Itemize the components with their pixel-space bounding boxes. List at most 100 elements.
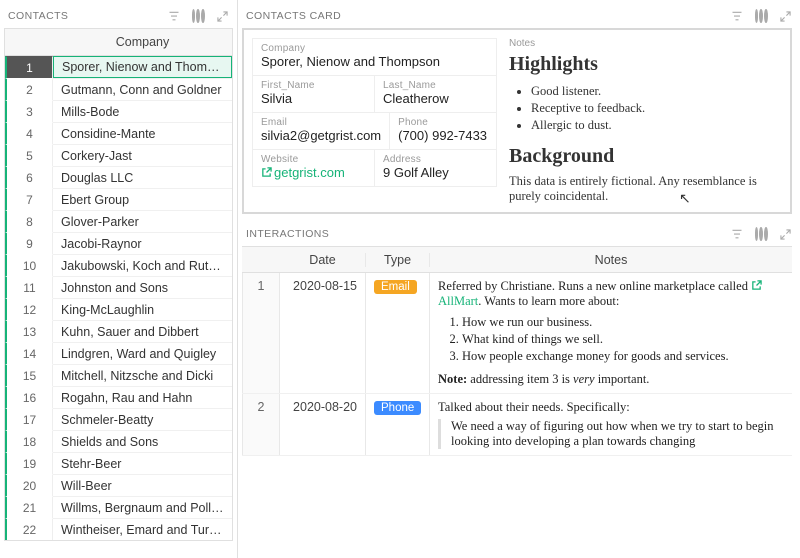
company-cell: Will-Beer [53, 474, 232, 496]
company-cell: Jacobi-Raynor [53, 232, 232, 254]
table-row[interactable]: 10Jakubowski, Koch and Rut… [5, 254, 232, 276]
menu-icon[interactable] [754, 227, 768, 241]
row-number: 6 [5, 166, 53, 188]
notes-panel[interactable]: Notes Highlights Good listener.Receptive… [509, 38, 782, 204]
contacts-grid-header: Company [5, 29, 232, 56]
table-row[interactable]: 20Will-Beer [5, 474, 232, 496]
list-item: How people exchange money for goods and … [462, 349, 784, 364]
company-cell: Shields and Sons [53, 430, 232, 452]
company-cell: Gutmann, Conn and Goldner [53, 78, 232, 100]
contacts-title: CONTACTS [8, 10, 167, 22]
filter-icon[interactable] [730, 9, 744, 23]
card-header: CONTACTS Card [238, 4, 796, 28]
company-cell: Mitchell, Nitzsche and Dicki [53, 364, 232, 386]
expand-icon[interactable] [778, 9, 792, 23]
company-cell: Ebert Group [53, 188, 232, 210]
table-row[interactable]: 18Shields and Sons [5, 430, 232, 452]
table-row[interactable]: 17Schmeler-Beatty [5, 408, 232, 430]
card-title: CONTACTS Card [246, 10, 730, 22]
company-cell: Wintheiser, Emard and Tur… [53, 518, 232, 540]
field-email[interactable]: Email silvia2@getgrist.com [252, 112, 390, 150]
row-number: 1 [5, 56, 53, 78]
company-cell: Willms, Bergnaum and Poll… [53, 496, 232, 518]
interaction-row[interactable]: 12020-08-15EmailReferred by Christiane. … [242, 273, 792, 394]
table-row[interactable]: 8Glover-Parker [5, 210, 232, 232]
row-number: 13 [5, 320, 53, 342]
date-header[interactable]: Date [280, 253, 366, 267]
row-number: 8 [5, 210, 53, 232]
highlights-list: Good listener.Receptive to feedback.Alle… [509, 82, 782, 135]
external-link-icon [751, 280, 762, 291]
table-row[interactable]: 4Considine-Mante [5, 122, 232, 144]
type-badge: Phone [374, 401, 421, 415]
filter-icon[interactable] [730, 227, 744, 241]
company-cell: Jakubowski, Koch and Rut… [53, 254, 232, 276]
contacts-pane: CONTACTS Company 1Sporer, Nienow and Tho… [0, 0, 238, 558]
table-row[interactable]: 3Mills-Bode [5, 100, 232, 122]
notes-header[interactable]: Notes [430, 253, 792, 267]
row-number: 21 [5, 496, 53, 518]
table-row[interactable]: 22Wintheiser, Emard and Tur… [5, 518, 232, 540]
right-pane: CONTACTS Card Company Sporer, Nienow and… [238, 0, 800, 558]
company-cell: Glover-Parker [53, 210, 232, 232]
table-row[interactable]: 19Stehr-Beer [5, 452, 232, 474]
list-item: How we run our business. [462, 315, 784, 330]
menu-icon[interactable] [754, 9, 768, 23]
table-row[interactable]: 12King-McLaughlin [5, 298, 232, 320]
interaction-row[interactable]: 22020-08-20PhoneTalked about their needs… [242, 394, 792, 456]
table-row[interactable]: 14Lindgren, Ward and Quigley [5, 342, 232, 364]
company-header[interactable]: Company [53, 29, 232, 55]
field-company-value: Sporer, Nienow and Thompson [261, 54, 488, 69]
table-row[interactable]: 7Ebert Group [5, 188, 232, 210]
allmart-link[interactable]: AllMart [438, 294, 478, 308]
table-row[interactable]: 2Gutmann, Conn and Goldner [5, 78, 232, 100]
contacts-grid: Company 1Sporer, Nienow and Thom…2Gutman… [4, 28, 233, 541]
background-text: This data is entirely fictional. Any res… [509, 174, 782, 204]
row-number: 14 [5, 342, 53, 364]
field-last-name[interactable]: Last_Name Cleatherow [374, 75, 497, 113]
row-number: 15 [5, 364, 53, 386]
type-badge: Email [374, 280, 417, 294]
company-cell: Schmeler-Beatty [53, 408, 232, 430]
table-row[interactable]: 6Douglas LLC [5, 166, 232, 188]
company-cell: Considine-Mante [53, 122, 232, 144]
table-row[interactable]: 16Rogahn, Rau and Hahn [5, 386, 232, 408]
row-number: 9 [5, 232, 53, 254]
row-number: 20 [5, 474, 53, 496]
interaction-date: 2020-08-20 [280, 394, 366, 455]
row-number: 17 [5, 408, 53, 430]
table-row[interactable]: 11Johnston and Sons [5, 276, 232, 298]
contacts-header: CONTACTS [4, 4, 233, 28]
row-number: 2 [5, 78, 53, 100]
notes-label: Notes [509, 38, 782, 49]
table-row[interactable]: 5Corkery-Jast [5, 144, 232, 166]
row-number: 22 [5, 518, 53, 540]
company-cell: Rogahn, Rau and Hahn [53, 386, 232, 408]
table-row[interactable]: 15Mitchell, Nitzsche and Dicki [5, 364, 232, 386]
table-row[interactable]: 1Sporer, Nienow and Thom… [5, 56, 232, 78]
interaction-date: 2020-08-15 [280, 273, 366, 393]
type-header[interactable]: Type [366, 253, 430, 267]
company-cell: Douglas LLC [53, 166, 232, 188]
interactions-grid: Date Type Notes 12020-08-15EmailReferred… [242, 246, 792, 456]
menu-icon[interactable] [191, 9, 205, 23]
row-number: 12 [5, 298, 53, 320]
field-first-name[interactable]: First_Name Silvia [252, 75, 375, 113]
field-address[interactable]: Address 9 Golf Alley [374, 149, 497, 187]
row-number: 10 [5, 254, 53, 276]
field-phone[interactable]: Phone (700) 992-7433 [389, 112, 497, 150]
expand-icon[interactable] [215, 9, 229, 23]
interaction-notes: Talked about their needs. Specifically:W… [430, 394, 792, 455]
table-row[interactable]: 9Jacobi-Raynor [5, 232, 232, 254]
table-row[interactable]: 13Kuhn, Sauer and Dibbert [5, 320, 232, 342]
field-website[interactable]: Website getgrist.com [252, 149, 375, 187]
company-cell: Lindgren, Ward and Quigley [53, 342, 232, 364]
field-company[interactable]: Company Sporer, Nienow and Thompson [252, 38, 497, 76]
contact-card: Company Sporer, Nienow and Thompson Firs… [242, 28, 792, 214]
filter-icon[interactable] [167, 9, 181, 23]
highlight-item: Receptive to feedback. [531, 101, 782, 116]
table-row[interactable]: 21Willms, Bergnaum and Poll… [5, 496, 232, 518]
row-number: 11 [5, 276, 53, 298]
expand-icon[interactable] [778, 227, 792, 241]
interaction-type: Phone [366, 394, 430, 455]
